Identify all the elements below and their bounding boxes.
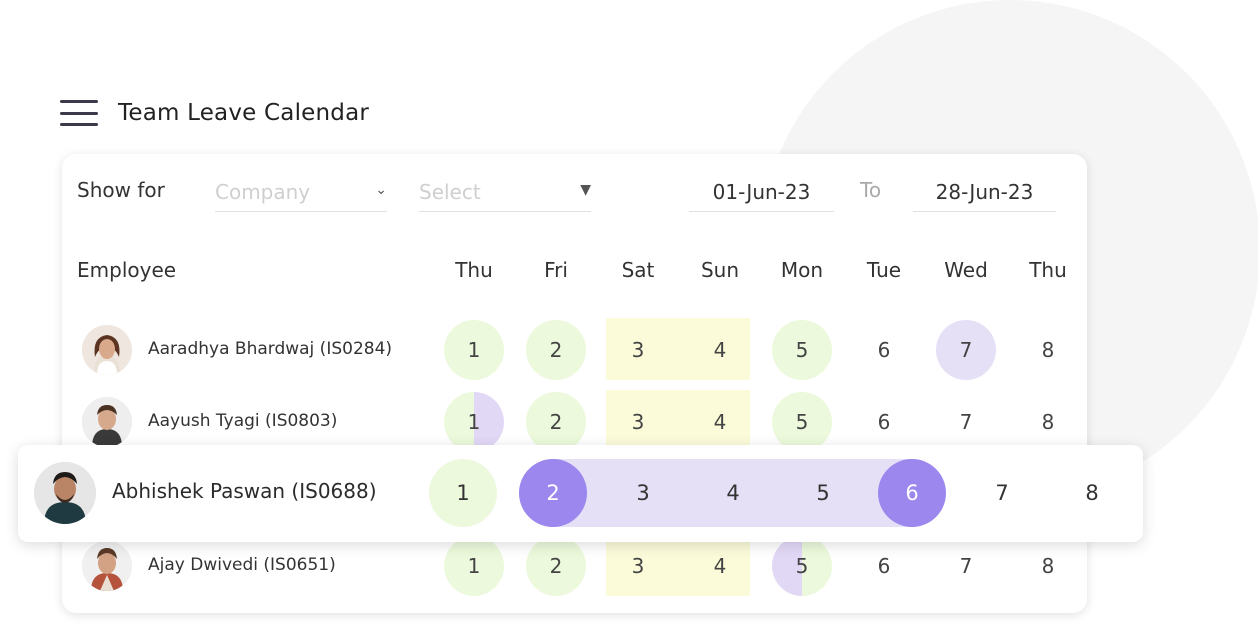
day-header: Tue: [866, 258, 902, 282]
employee-name: Ajay Dwivedi (IS0651): [148, 555, 336, 575]
to-date-field[interactable]: 28-Jun-23: [913, 172, 1056, 212]
date-cell[interactable]: 2: [524, 534, 588, 598]
date-cell[interactable]: 8: [1016, 534, 1080, 598]
date-cell[interactable]: 1: [429, 459, 497, 527]
leave-end-cell[interactable]: 6: [878, 459, 946, 527]
date-cell[interactable]: 5: [770, 318, 834, 382]
company-dropdown[interactable]: Company ⌄: [215, 172, 387, 212]
select-dropdown[interactable]: Select ▼: [419, 172, 591, 212]
date-cell[interactable]: 4: [688, 534, 752, 598]
page-title: Team Leave Calendar: [118, 100, 370, 126]
to-label: To: [860, 178, 882, 202]
day-header: Thu: [1029, 258, 1067, 282]
date-cell[interactable]: 2: [524, 318, 588, 382]
date-cell[interactable]: 7: [968, 459, 1036, 527]
calendar-card: Show for Company ⌄ Select ▼ 01-Jun-23 To…: [62, 154, 1087, 613]
employee-column-header: Employee: [77, 258, 177, 282]
avatar: [82, 541, 132, 591]
day-header: Mon: [780, 258, 824, 282]
date-cell[interactable]: 5: [789, 459, 857, 527]
date-cell[interactable]: 3: [609, 459, 677, 527]
date-cell[interactable]: 6: [852, 534, 916, 598]
day-header: Sun: [700, 258, 740, 282]
date-cell[interactable]: 3: [606, 534, 670, 598]
avatar: [82, 325, 132, 375]
date-cell[interactable]: 8: [1016, 318, 1080, 382]
avatar: [34, 462, 96, 524]
date-cell[interactable]: 4: [688, 318, 752, 382]
day-header: Sat: [621, 258, 655, 282]
chevron-down-icon: ⌄: [375, 182, 387, 198]
day-header: Wed: [944, 258, 988, 282]
employee-name: Abhishek Paswan (IS0688): [112, 479, 377, 503]
day-header: Thu: [455, 258, 493, 282]
date-cell[interactable]: 5: [770, 534, 834, 598]
date-cell[interactable]: 1: [442, 534, 506, 598]
show-for-label: Show for: [77, 178, 165, 202]
leave-start-cell[interactable]: 2: [519, 459, 587, 527]
date-cell[interactable]: 6: [852, 318, 916, 382]
menu-icon[interactable]: [60, 100, 98, 126]
company-placeholder: Company: [215, 179, 311, 204]
date-cell[interactable]: 3: [606, 318, 670, 382]
date-cell[interactable]: 7: [934, 534, 998, 598]
avatar: [82, 397, 132, 447]
from-date-field[interactable]: 01-Jun-23: [689, 172, 834, 212]
filter-bar: Show for Company ⌄ Select ▼ 01-Jun-23 To…: [62, 154, 1087, 234]
table-row[interactable]: Aaradhya Bhardwaj (IS0284) 1 2 3 4 5 6 7…: [62, 314, 1087, 386]
employee-name: Aaradhya Bhardwaj (IS0284): [148, 339, 393, 359]
employee-name: Aayush Tyagi (IS0803): [148, 411, 338, 431]
day-header: Fri: [544, 258, 568, 282]
highlighted-row[interactable]: Abhishek Paswan (IS0688) 1 2 3 4 5 6 7 8: [18, 445, 1143, 542]
date-cell[interactable]: 1: [442, 318, 506, 382]
date-cell[interactable]: 7: [934, 318, 998, 382]
date-cell[interactable]: 8: [1058, 459, 1126, 527]
select-placeholder: Select: [419, 179, 481, 204]
header: Team Leave Calendar: [60, 100, 369, 126]
caret-down-icon: ▼: [580, 182, 591, 198]
date-cell[interactable]: 4: [699, 459, 767, 527]
